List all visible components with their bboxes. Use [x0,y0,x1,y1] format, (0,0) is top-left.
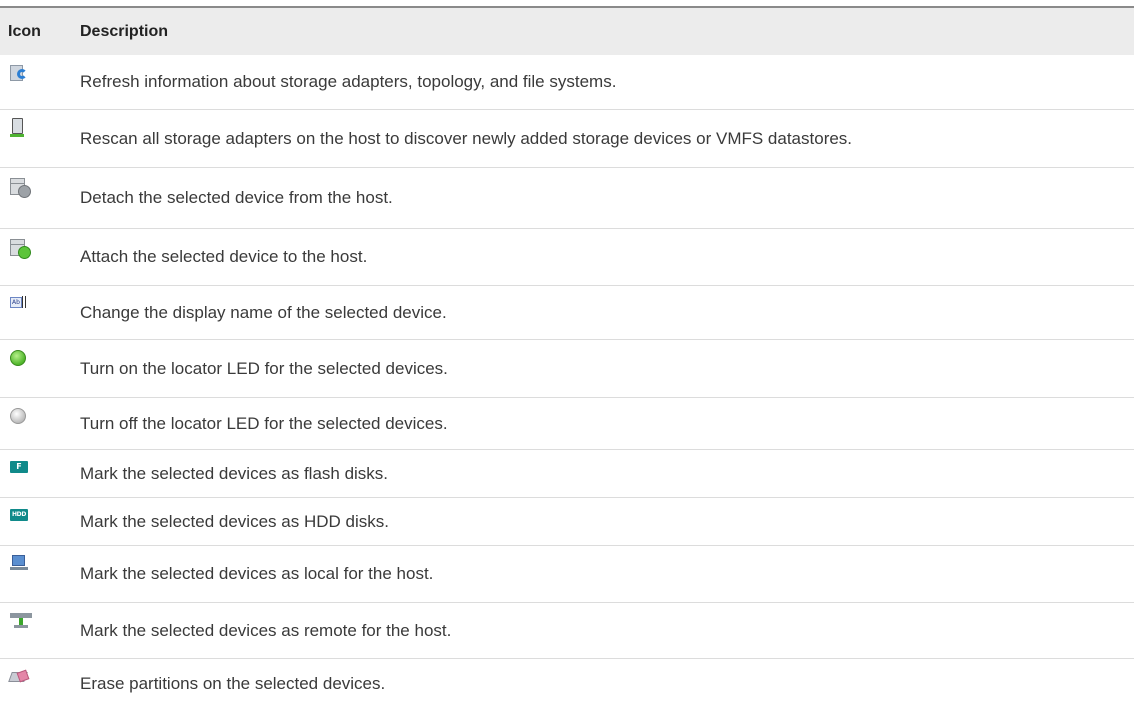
locator-led-on-icon [10,350,26,366]
row-description: Mark the selected devices as flash disks… [80,463,389,483]
table-row: Detach the selected device from the host… [0,168,1134,229]
locator-led-off-icon [10,408,26,424]
table-row: Turn off the locator LED for the selecte… [0,398,1134,450]
row-description: Refresh information about storage adapte… [80,72,617,91]
icon-column-header: Icon [8,22,41,40]
remote-device-icon [10,613,32,629]
flash-disk-icon: F [10,461,28,473]
row-description: Turn off the locator LED for the selecte… [80,413,448,433]
row-description: Mark the selected devices as local for t… [80,564,434,583]
local-device-icon [10,555,28,573]
row-description: Mark the selected devices as remote for … [80,620,452,640]
description-column-header: Description [80,22,169,40]
table-row: Rescan all storage adapters on the host … [0,110,1134,168]
row-description: Rescan all storage adapters on the host … [80,128,853,148]
rename-icon: Ab [10,296,26,308]
table-row: HDD Mark the selected devices as HDD dis… [0,498,1134,546]
rescan-icon [10,118,24,138]
table-row: Turn on the locator LED for the selected… [0,340,1134,398]
table-row: Mark the selected devices as local for t… [0,546,1134,603]
table-row: Erase partitions on the selected devices… [0,659,1134,709]
row-description: Mark the selected devices as HDD disks. [80,511,389,531]
erase-partitions-icon [8,669,30,683]
refresh-icon [10,65,28,81]
attach-device-icon [10,239,31,259]
hdd-disk-icon: HDD [10,509,28,521]
icon-description-table: Icon Description Refresh information abo… [0,6,1134,709]
row-description: Erase partitions on the selected devices… [80,674,386,693]
row-description: Attach the selected device to the host. [80,247,368,266]
table-row: F Mark the selected devices as flash dis… [0,450,1134,498]
table-row: Mark the selected devices as remote for … [0,603,1134,659]
table-row: Refresh information about storage adapte… [0,55,1134,110]
table-row: Ab Change the display name of the select… [0,286,1134,340]
row-description: Change the display name of the selected … [80,302,447,322]
row-description: Turn on the locator LED for the selected… [80,358,448,378]
row-description: Detach the selected device from the host… [80,188,393,207]
table-row: Attach the selected device to the host. [0,229,1134,286]
rename-icon-text: Ab [10,297,22,308]
detach-device-icon [10,178,31,198]
table-header: Icon Description [0,8,1134,55]
